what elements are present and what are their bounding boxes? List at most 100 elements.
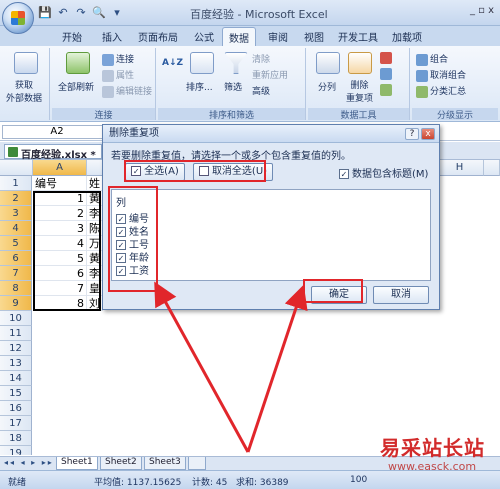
connections-button[interactable]: 连接 xyxy=(102,52,134,66)
what-if-icon[interactable] xyxy=(380,84,394,96)
tab-formulas[interactable]: 公式 xyxy=(194,29,214,44)
tab-review[interactable]: 审阅 xyxy=(268,29,288,44)
remove-duplicates-button[interactable]: 删除 重复项 xyxy=(346,78,373,104)
header-checkbox[interactable]: ✓ xyxy=(339,169,349,179)
column-header-i[interactable] xyxy=(484,160,500,176)
workbook-tab[interactable]: 百度经验.xlsx * xyxy=(4,144,102,161)
data-validation-icon[interactable] xyxy=(380,52,394,64)
cell-b[interactable]: 万 xyxy=(87,236,103,251)
row-header[interactable]: 1 xyxy=(0,176,32,191)
row-header[interactable]: 8 xyxy=(0,281,32,296)
cell-a[interactable]: 7 xyxy=(33,281,87,296)
row-header[interactable]: 2 xyxy=(0,191,32,206)
unselect-all-button[interactable]: 取消全选(U) xyxy=(193,163,273,181)
sheet-nav-arrows[interactable]: ◂◂ ◂ ▸ ▸▸ xyxy=(4,458,54,467)
undo-icon[interactable]: ↶ xyxy=(56,6,70,20)
row-header[interactable]: 4 xyxy=(0,221,32,236)
cell-a[interactable]: 6 xyxy=(33,266,87,281)
name-box[interactable]: A2 xyxy=(2,125,112,139)
cell-a[interactable]: 2 xyxy=(33,206,87,221)
properties-label: 属性 xyxy=(116,71,135,81)
columns-listbox[interactable]: 列 ✓ 编号 ✓ 姓名 ✓ 工号 ✓ 年龄 ✓ 工资 xyxy=(111,189,431,281)
cell-b[interactable]: 陈 xyxy=(87,221,103,236)
cell-a[interactable]: 8 xyxy=(33,296,87,311)
cell-a[interactable]: 1 xyxy=(33,191,87,206)
tab-addins[interactable]: 加载项 xyxy=(392,29,422,44)
tab-insert[interactable]: 插入 xyxy=(102,29,122,44)
row-header[interactable]: 11 xyxy=(0,326,32,341)
edit-links-button[interactable]: 编辑链接 xyxy=(102,84,152,98)
sort-az-icon[interactable]: A↓Z xyxy=(162,58,183,68)
row-header[interactable]: 12 xyxy=(0,341,32,356)
group-button[interactable]: 组合 xyxy=(416,52,448,66)
cell-a[interactable]: 3 xyxy=(33,221,87,236)
cell-a[interactable]: 4 xyxy=(33,236,87,251)
row-header[interactable]: 19 xyxy=(0,446,32,455)
ungroup-button[interactable]: 取消组合 xyxy=(416,68,466,82)
help-button[interactable]: ? xyxy=(405,128,419,140)
row-header[interactable]: 5 xyxy=(0,236,32,251)
cell-b1[interactable]: 姓 xyxy=(87,176,103,191)
tab-developer[interactable]: 开发工具 xyxy=(338,29,378,44)
refresh-all-button[interactable]: 全部刷新 xyxy=(58,80,94,93)
save-icon[interactable]: 💾 xyxy=(38,6,52,20)
tab-view[interactable]: 视图 xyxy=(304,29,324,44)
row-header[interactable]: 17 xyxy=(0,416,32,431)
column-checkbox[interactable]: ✓ xyxy=(116,266,126,276)
tab-page-layout[interactable]: 页面布局 xyxy=(138,29,178,44)
cell-b[interactable]: 皇 xyxy=(87,281,103,296)
cell-b[interactable]: 李 xyxy=(87,266,103,281)
column-header-h[interactable]: H xyxy=(436,160,484,176)
tab-home[interactable]: 开始 xyxy=(62,29,82,44)
sort-button[interactable]: 排序... xyxy=(186,80,213,93)
cancel-button[interactable]: 取消 xyxy=(373,286,429,304)
sheet-tab-2[interactable]: Sheet2 xyxy=(100,457,142,470)
office-button[interactable] xyxy=(2,2,34,34)
row-header[interactable]: 10 xyxy=(0,311,32,326)
column-header-b[interactable] xyxy=(87,160,103,176)
row-header[interactable]: 16 xyxy=(0,401,32,416)
filter-button[interactable]: 筛选 xyxy=(224,80,242,93)
cell-b[interactable]: 黄 xyxy=(87,251,103,266)
select-all-corner[interactable] xyxy=(0,160,33,176)
row-header[interactable]: 6 xyxy=(0,251,32,266)
sheet-tab-3[interactable]: Sheet3 xyxy=(144,457,186,470)
properties-button[interactable]: 属性 xyxy=(102,68,134,82)
cell-a[interactable]: 5 xyxy=(33,251,87,266)
row-header[interactable]: 14 xyxy=(0,371,32,386)
get-external-data-button[interactable]: 获取 外部数据 xyxy=(6,78,42,104)
header-option[interactable]: ✓ 数据包含标题(M) xyxy=(339,165,428,180)
sort-filter-group-label: 排序和筛选 xyxy=(158,108,305,121)
cell-b[interactable]: 黄 xyxy=(87,191,103,206)
clear-button[interactable]: 清除 xyxy=(252,52,270,65)
select-all-button[interactable]: ✓ 全选(A) xyxy=(125,163,185,181)
zoom-level[interactable]: 100 xyxy=(350,475,367,485)
text-to-columns-button[interactable]: 分列 xyxy=(318,80,336,93)
advanced-button[interactable]: 高级 xyxy=(252,84,270,97)
dialog-title[interactable]: 删除重复项 xyxy=(103,125,439,143)
what-if-glyph-icon xyxy=(380,84,392,96)
tab-data[interactable]: 数据 xyxy=(222,27,256,46)
customize-qat-icon[interactable]: ▾ xyxy=(110,6,124,20)
row-header[interactable]: 15 xyxy=(0,386,32,401)
row-header[interactable]: 13 xyxy=(0,356,32,371)
ok-button[interactable]: 确定 xyxy=(311,286,367,304)
reapply-button[interactable]: 重新应用 xyxy=(252,68,288,81)
row-header[interactable]: 18 xyxy=(0,431,32,446)
row-header[interactable]: 7 xyxy=(0,266,32,281)
column-header-a[interactable]: A xyxy=(33,160,87,176)
cell-a1[interactable]: 编号 xyxy=(33,176,87,191)
row-header[interactable]: 9 xyxy=(0,296,32,311)
redo-icon[interactable]: ↷ xyxy=(74,6,88,20)
consolidate-icon[interactable] xyxy=(380,68,394,80)
cell-b[interactable]: 李 xyxy=(87,206,103,221)
print-preview-icon[interactable]: 🔍 xyxy=(92,6,106,20)
close-button[interactable]: x xyxy=(421,128,435,140)
window-controls[interactable]: _ ▫ x xyxy=(470,5,494,16)
sheet-tab-1[interactable]: Sheet1 xyxy=(56,457,98,470)
row-header[interactable]: 3 xyxy=(0,206,32,221)
column-item[interactable]: ✓ 工资 xyxy=(116,262,149,277)
cell-b[interactable]: 刘 xyxy=(87,296,103,311)
insert-sheet-icon[interactable] xyxy=(188,457,206,470)
subtotal-button[interactable]: 分类汇总 xyxy=(416,84,466,98)
